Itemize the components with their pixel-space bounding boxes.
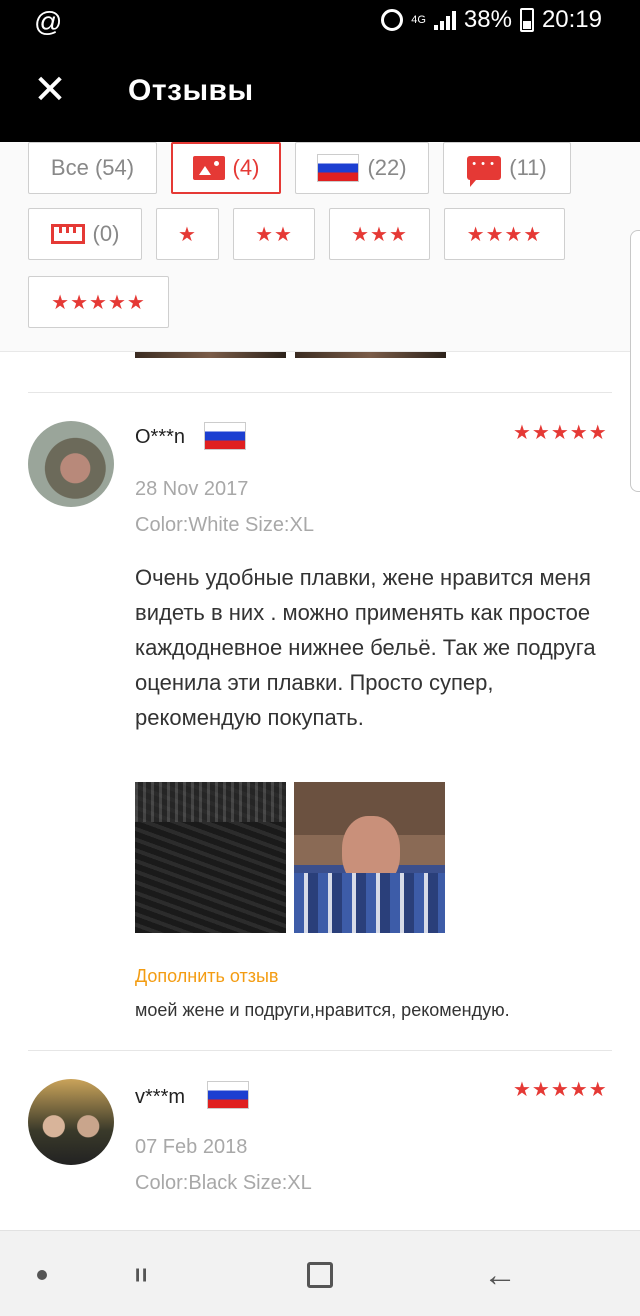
scrollbar-handle[interactable] bbox=[630, 230, 640, 492]
review-photo[interactable] bbox=[135, 782, 286, 933]
review-sku: Color:Black Size:XL bbox=[135, 1172, 312, 1194]
close-icon[interactable]: ✕ bbox=[30, 70, 70, 110]
filter-3-stars-button[interactable]: ★★★ bbox=[329, 208, 430, 260]
recents-button[interactable]: = bbox=[120, 1253, 164, 1297]
previous-review-photo[interactable] bbox=[135, 352, 286, 358]
app-screen: @ 4G 38% 20:19 ✕ Отзывы Все (54) (4) (22… bbox=[0, 0, 640, 1316]
home-button[interactable] bbox=[298, 1253, 342, 1297]
rating-stars: ★★★★★ bbox=[513, 422, 608, 444]
battery-percent: 38% bbox=[463, 6, 512, 33]
previous-review-photo[interactable] bbox=[295, 352, 446, 358]
star-icon: ★★★★ bbox=[466, 223, 543, 246]
dot-icon bbox=[37, 1270, 47, 1280]
network-type: 4G bbox=[411, 14, 426, 26]
filter-4-stars-button[interactable]: ★★★★ bbox=[444, 208, 565, 260]
chat-icon bbox=[467, 156, 502, 187]
battery-icon bbox=[519, 8, 534, 32]
status-bar: @ 4G 38% 20:19 bbox=[0, 0, 640, 44]
filter-size-button[interactable]: (0) bbox=[28, 208, 142, 260]
status-indicators: 4G 38% 20:19 bbox=[381, 6, 602, 34]
filter-all-label: Все (54) bbox=[50, 155, 135, 180]
back-arrow-icon: ← bbox=[483, 1255, 517, 1294]
filter-photos-count: (4) bbox=[232, 155, 260, 180]
reviewer-name: v***m bbox=[135, 1086, 186, 1108]
alarm-icon bbox=[381, 9, 404, 31]
signal-icon bbox=[433, 10, 456, 30]
system-nav-bar: = ← bbox=[0, 1230, 640, 1316]
review-divider bbox=[28, 1050, 612, 1051]
app-bar: ✕ Отзывы bbox=[0, 44, 640, 142]
rating-stars: ★★★★★ bbox=[513, 1079, 608, 1101]
filter-comments-button[interactable]: (11) bbox=[443, 142, 571, 194]
filter-1-star-button[interactable]: ★ bbox=[156, 208, 219, 260]
avatar[interactable] bbox=[28, 1079, 114, 1165]
ruler-icon bbox=[50, 224, 85, 244]
star-icon: ★ bbox=[178, 223, 197, 246]
review-date: 28 Nov 2017 bbox=[135, 478, 249, 500]
additional-review-text: моей жене и подруги,нравится, рекомендую… bbox=[135, 1000, 510, 1020]
russia-flag-icon bbox=[207, 1081, 249, 1109]
star-icon: ★★ bbox=[255, 223, 293, 246]
filter-comments-count: (11) bbox=[509, 155, 547, 180]
image-icon bbox=[192, 156, 225, 180]
star-icon: ★★★ bbox=[351, 223, 408, 246]
back-button[interactable]: ← bbox=[478, 1253, 522, 1297]
review-date: 07 Feb 2018 bbox=[135, 1136, 248, 1158]
filter-size-count: (0) bbox=[92, 221, 120, 246]
star-icon: ★★★★★ bbox=[51, 291, 146, 314]
filter-5-stars-button[interactable]: ★★★★★ bbox=[28, 276, 169, 328]
review-divider bbox=[28, 392, 612, 393]
assistant-dot-button[interactable] bbox=[20, 1253, 64, 1297]
additional-review-label: Дополнить отзыв bbox=[135, 966, 279, 986]
review-filters: Все (54) (4) (22) (11) (0) ★ ★★ ★★★ ★★★★ bbox=[0, 142, 640, 352]
filter-2-stars-button[interactable]: ★★ bbox=[233, 208, 315, 260]
page-title: Отзывы bbox=[128, 74, 254, 107]
recents-icon: = bbox=[127, 1267, 157, 1283]
russia-flag-icon bbox=[204, 422, 246, 450]
home-icon bbox=[307, 1262, 333, 1288]
clock: 20:19 bbox=[541, 6, 602, 33]
review-photo[interactable] bbox=[294, 782, 445, 933]
russia-flag-icon bbox=[317, 154, 360, 182]
avatar[interactable] bbox=[28, 421, 114, 507]
filter-photos-button[interactable]: (4) bbox=[171, 142, 281, 194]
review-sku: Color:White Size:XL bbox=[135, 514, 314, 536]
review-text: Очень удобные плавки, жене нравится меня… bbox=[135, 565, 596, 730]
filter-country-button[interactable]: (22) bbox=[295, 142, 429, 194]
filter-all-button[interactable]: Все (54) bbox=[28, 142, 157, 194]
notification-at-icon: @ bbox=[34, 6, 63, 37]
filter-country-count: (22) bbox=[367, 155, 407, 180]
reviewer-name: O***n bbox=[135, 426, 186, 448]
